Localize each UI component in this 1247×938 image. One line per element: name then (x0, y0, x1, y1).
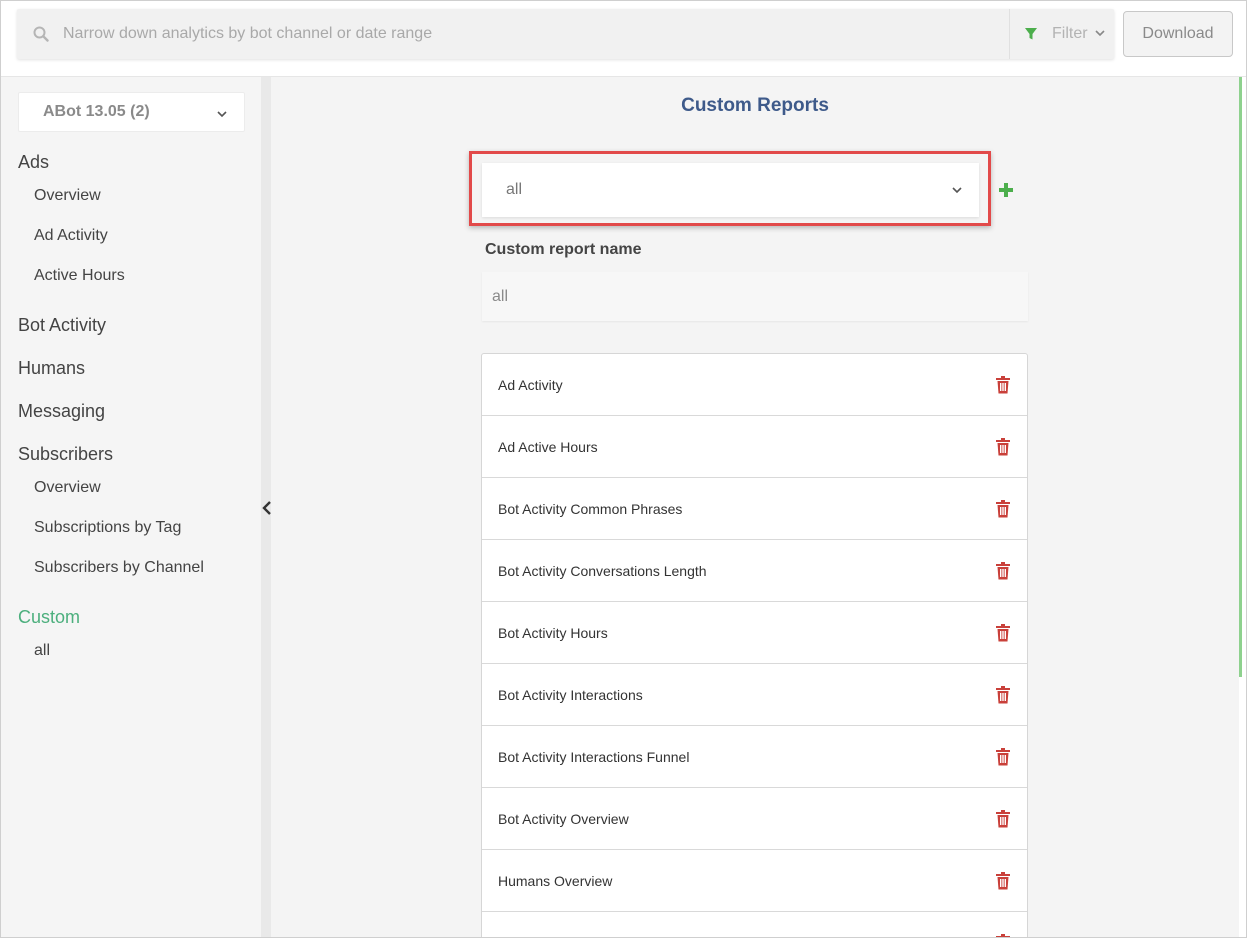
list-item-label: Bot Activity Interactions Funnel (498, 748, 690, 765)
list-item-label: Bot Activity Interactions (498, 686, 643, 703)
filter-funnel-icon (1025, 28, 1037, 40)
list-item-label: Humans Overview (498, 872, 613, 889)
trash-icon[interactable] (995, 376, 1011, 394)
sidebar-item-ad-activity[interactable]: Ad Activity (34, 227, 108, 245)
list-item[interactable]: Ad Activity (482, 354, 1027, 416)
trash-icon[interactable] (995, 500, 1011, 518)
custom-report-select[interactable]: all (482, 163, 979, 217)
trash-icon[interactable] (995, 934, 1011, 938)
trash-icon[interactable] (995, 624, 1011, 642)
list-item-label: Bot Activity Overview (498, 810, 629, 827)
top-bar: Filter Download (1, 1, 1246, 77)
list-item[interactable]: Bot Activity Interactions Funnel (482, 726, 1027, 788)
sidebar: ABot 13.05 (2) Ads Overview Ad Activity … (1, 77, 261, 937)
custom-report-name-input[interactable] (482, 272, 1028, 321)
list-item[interactable] (482, 912, 1027, 938)
chevron-down-icon (217, 111, 227, 118)
page-title: Custom Reports (681, 95, 829, 116)
list-item[interactable]: Bot Activity Conversations Length (482, 540, 1027, 602)
sidebar-section-subscribers[interactable]: Subscribers (18, 444, 113, 465)
list-item[interactable]: Humans Overview (482, 850, 1027, 912)
custom-report-select-value: all (506, 181, 523, 198)
list-item[interactable]: Bot Activity Overview (482, 788, 1027, 850)
report-list: Ad Activity Ad Active Hours Bot Activity… (481, 353, 1028, 938)
app-window: Filter Download ABot 13.05 (2) Ads Overv… (0, 0, 1247, 938)
sidebar-section-humans[interactable]: Humans (18, 358, 85, 379)
sidebar-item-custom-all[interactable]: all (34, 642, 50, 660)
filter-label: Filter (1052, 25, 1088, 42)
search-bar: Filter (17, 9, 1114, 59)
list-item-label: Bot Activity Hours (498, 624, 608, 641)
trash-icon[interactable] (995, 748, 1011, 766)
bot-select[interactable]: ABot 13.05 (2) (18, 92, 245, 132)
chevron-down-icon (1095, 30, 1105, 37)
trash-icon[interactable] (995, 872, 1011, 890)
custom-report-name-label: Custom report name (485, 241, 642, 258)
sidebar-section-messaging[interactable]: Messaging (18, 401, 105, 422)
filter-button[interactable]: Filter (1010, 9, 1114, 59)
trash-icon[interactable] (995, 562, 1011, 580)
trash-icon[interactable] (995, 686, 1011, 704)
sidebar-item-subscribers-by-channel[interactable]: Subscribers by Channel (34, 559, 204, 577)
add-report-plus-icon[interactable] (997, 181, 1015, 199)
list-item-label: Bot Activity Common Phrases (498, 500, 683, 517)
list-item-label: Bot Activity Conversations Length (498, 562, 707, 579)
search-input[interactable] (63, 9, 1003, 59)
trash-icon[interactable] (995, 438, 1011, 456)
sidebar-section-bot-activity[interactable]: Bot Activity (18, 315, 106, 336)
sidebar-item-ads-overview[interactable]: Overview (34, 187, 101, 205)
sidebar-section-ads[interactable]: Ads (18, 152, 49, 173)
scrollbar[interactable] (1239, 77, 1242, 677)
sidebar-item-subscriptions-by-tag[interactable]: Subscriptions by Tag (34, 519, 181, 537)
chevron-down-icon (952, 187, 962, 194)
list-item[interactable]: Bot Activity Common Phrases (482, 478, 1027, 540)
list-item[interactable]: Bot Activity Interactions (482, 664, 1027, 726)
trash-icon[interactable] (995, 810, 1011, 828)
sidebar-section-custom[interactable]: Custom (18, 607, 80, 628)
list-item[interactable]: Ad Active Hours (482, 416, 1027, 478)
search-icon (33, 26, 49, 42)
sidebar-item-active-hours[interactable]: Active Hours (34, 267, 125, 285)
sidebar-item-subscribers-overview[interactable]: Overview (34, 479, 101, 497)
bot-select-value: ABot 13.05 (2) (43, 103, 150, 120)
download-button[interactable]: Download (1123, 11, 1233, 57)
list-item-label: Ad Activity (498, 376, 563, 393)
list-item-label: Ad Active Hours (498, 438, 598, 455)
list-item[interactable]: Bot Activity Hours (482, 602, 1027, 664)
